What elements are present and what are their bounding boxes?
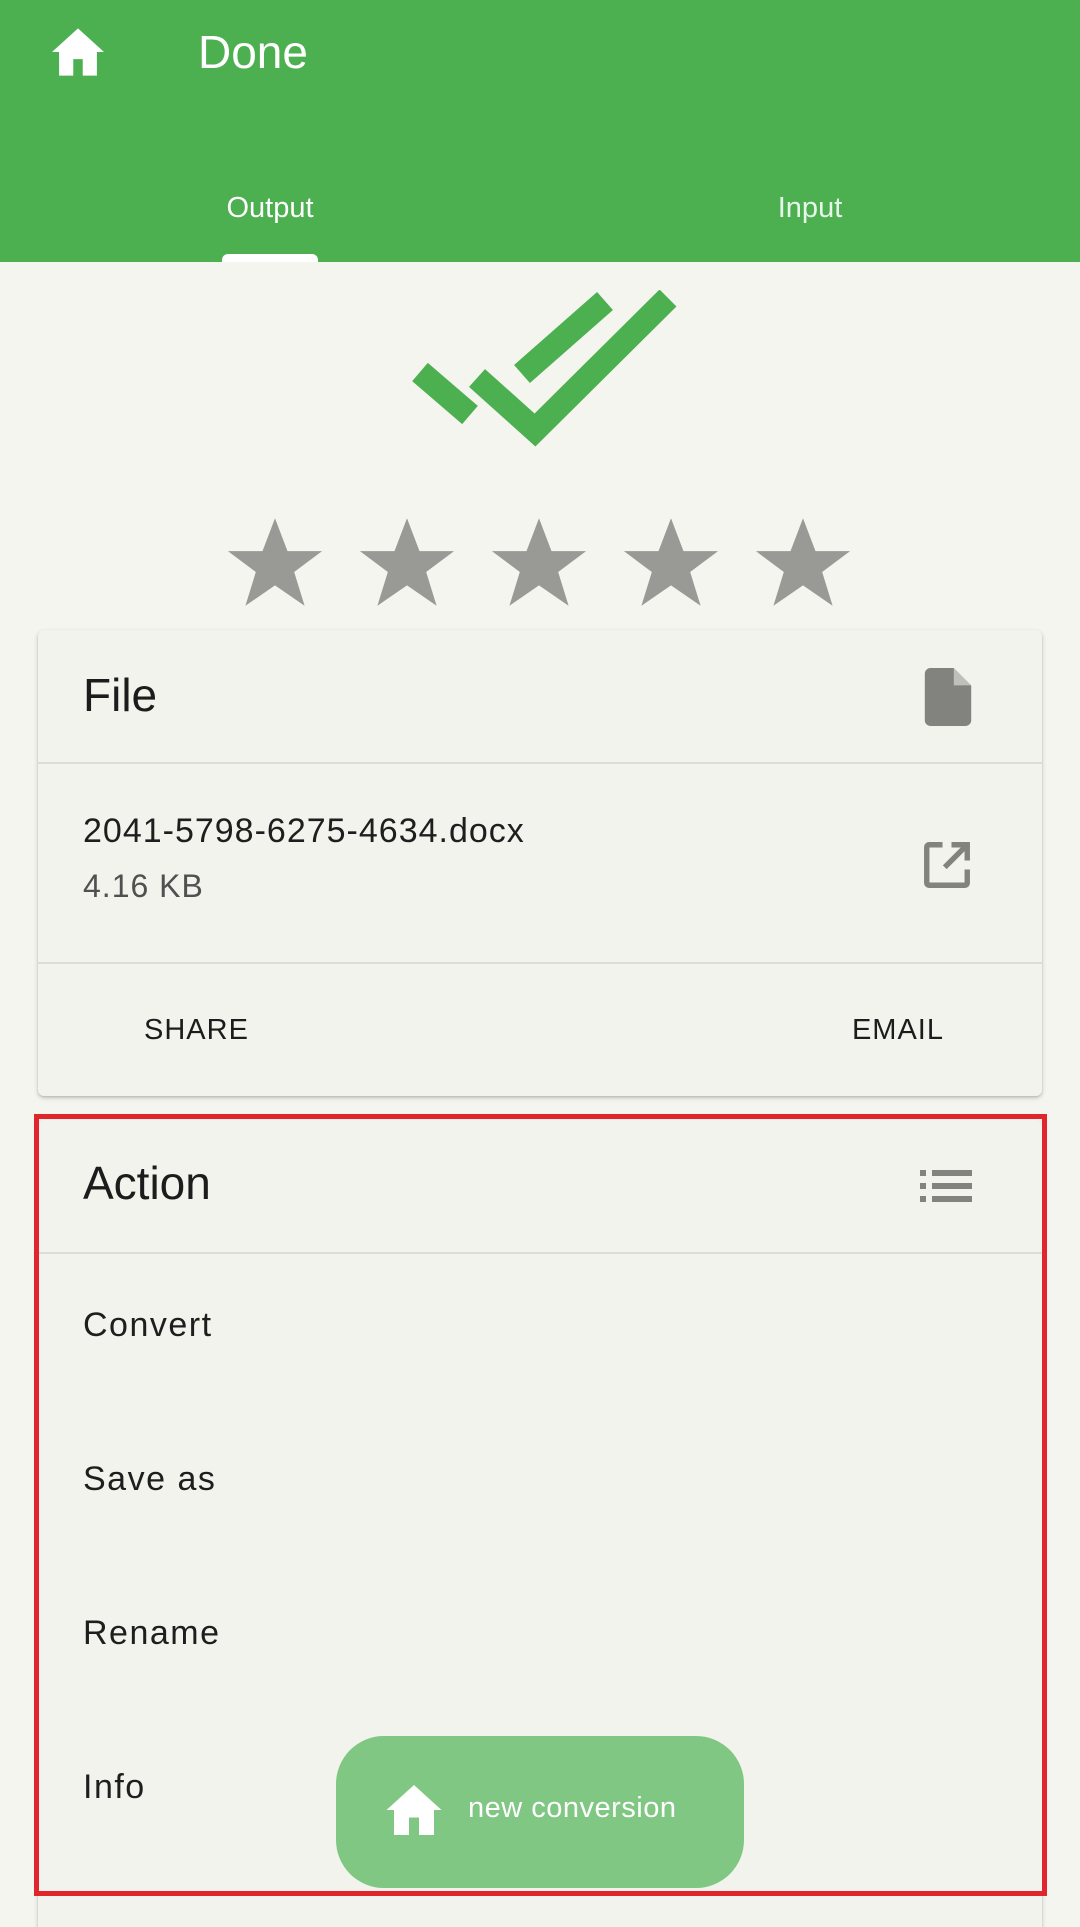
done-all-icon	[412, 290, 677, 447]
file-size: 4.16 KB	[83, 868, 204, 904]
star-icon-4[interactable]	[621, 512, 721, 612]
file-actions: SHARE EMAIL	[38, 964, 1042, 1096]
tab-indicator	[222, 254, 318, 262]
file-card-header: File	[38, 630, 1042, 764]
file-card: File 2041-5798-6275-4634.docx 4.16 KB SH…	[38, 630, 1042, 1096]
app-bar: Done Output Input	[0, 0, 1080, 262]
star-icon-5[interactable]	[753, 512, 853, 612]
action-item-rename[interactable]: Rename	[38, 1562, 1042, 1716]
list-icon	[920, 1170, 972, 1202]
home-icon	[52, 28, 104, 76]
action-item-convert[interactable]: Convert	[38, 1254, 1042, 1408]
home-icon	[386, 1785, 442, 1835]
email-button[interactable]: EMAIL	[822, 998, 974, 1062]
file-icon	[924, 668, 972, 726]
tab-output-label: Output	[226, 191, 314, 224]
share-button[interactable]: SHARE	[114, 998, 279, 1062]
new-conversion-label: new conversion	[468, 1792, 677, 1824]
action-item-label: Rename	[83, 1614, 221, 1652]
new-conversion-button[interactable]: new conversion	[336, 1736, 744, 1888]
action-item-save-as[interactable]: Save as	[38, 1408, 1042, 1562]
open-in-new-icon[interactable]	[920, 838, 974, 892]
page-title: Done	[198, 26, 308, 78]
tab-output[interactable]: Output	[0, 168, 540, 248]
action-item-label: Convert	[83, 1306, 213, 1344]
rating-bar	[225, 512, 865, 612]
home-button[interactable]	[42, 22, 114, 82]
star-icon-2[interactable]	[357, 512, 457, 612]
file-name: 2041-5798-6275-4634.docx	[83, 812, 525, 850]
star-icon-3[interactable]	[489, 512, 589, 612]
action-card-header: Action	[38, 1120, 1042, 1254]
tab-input-label: Input	[777, 191, 843, 224]
action-card-title: Action	[83, 1157, 211, 1209]
action-item-label: Save as	[83, 1460, 217, 1498]
file-card-title: File	[83, 669, 158, 721]
star-icon-1[interactable]	[225, 512, 325, 612]
action-item-label: Info	[83, 1768, 146, 1806]
tab-input[interactable]: Input	[540, 168, 1080, 248]
file-row[interactable]: 2041-5798-6275-4634.docx 4.16 KB	[38, 764, 1042, 964]
